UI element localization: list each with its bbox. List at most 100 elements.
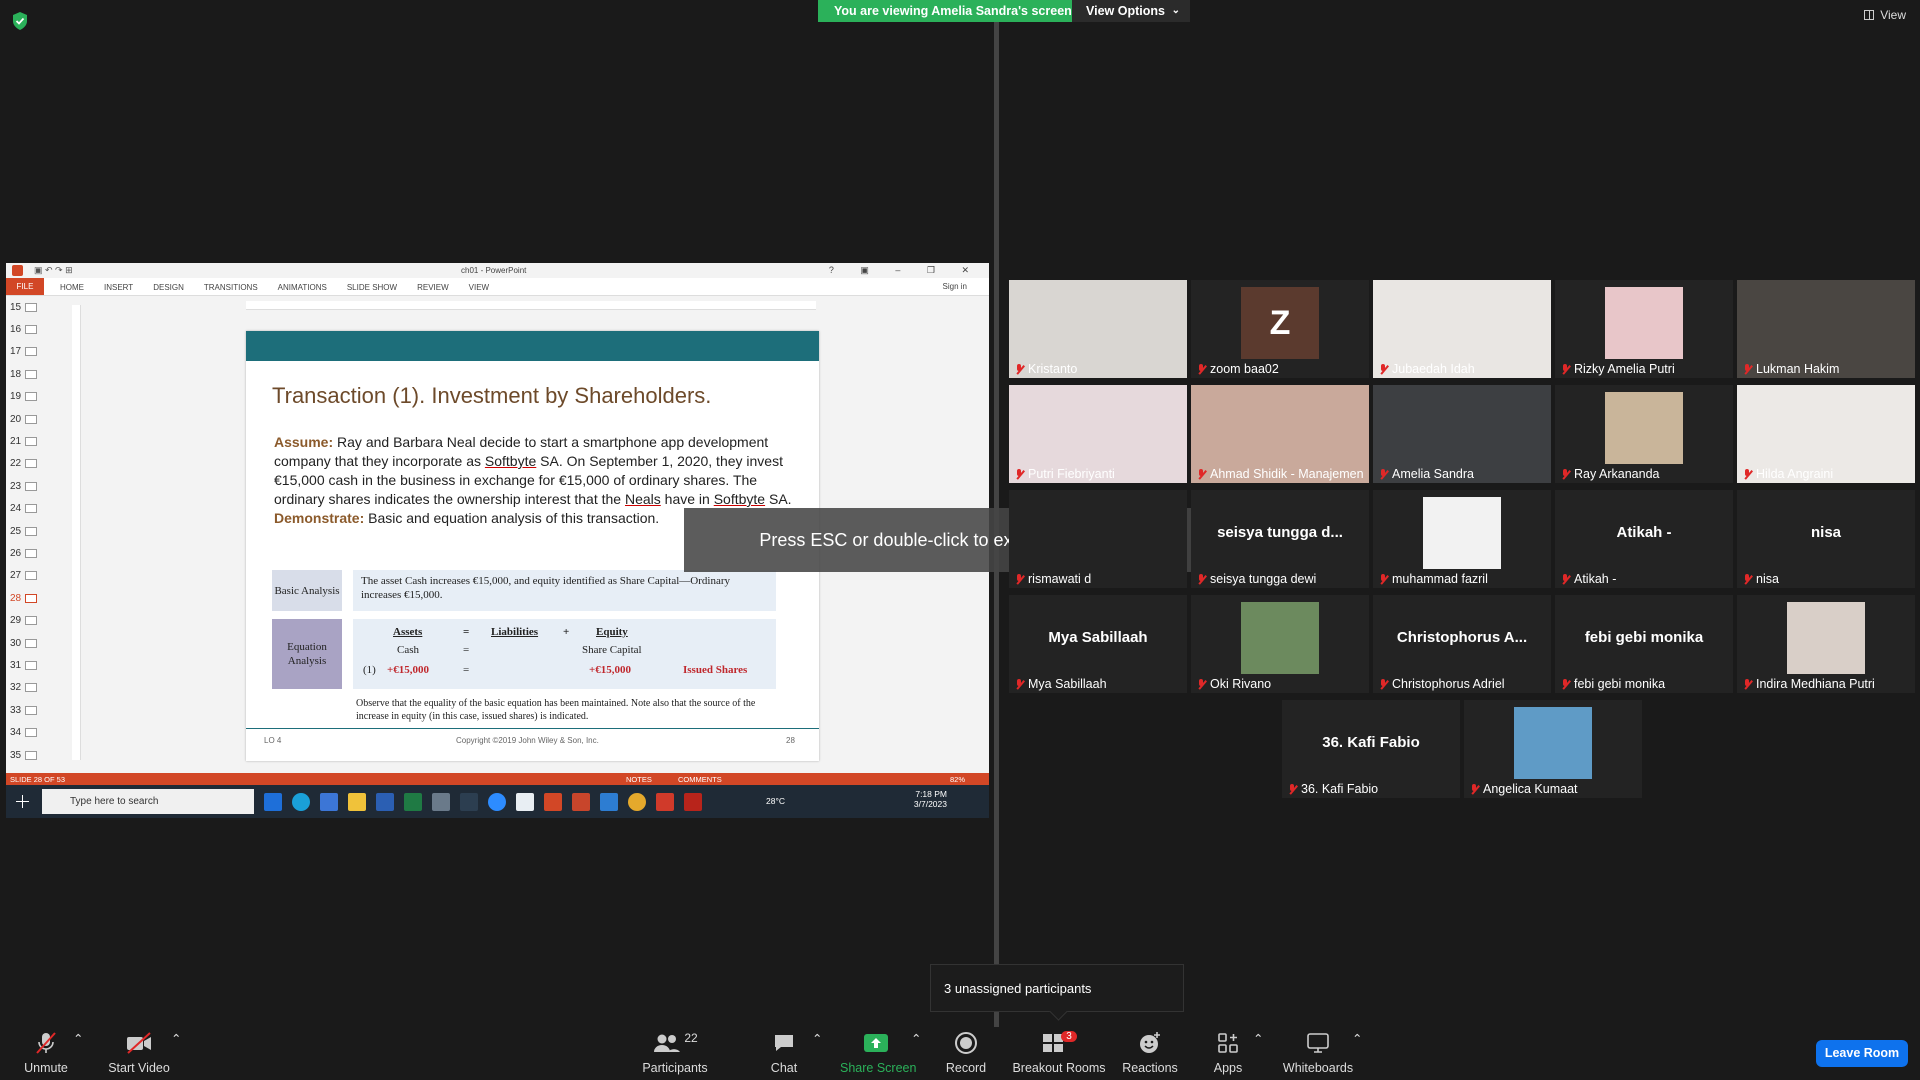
word-app-icon: [376, 793, 394, 811]
view-layout-button[interactable]: View: [1864, 8, 1906, 22]
participant-display-name: nisa: [1810, 524, 1841, 541]
layout-grid-icon: [1864, 10, 1875, 20]
slide-thumbnail: 32: [6, 677, 44, 699]
eq-cash-value: +€15,000: [387, 664, 430, 676]
chat-button[interactable]: Chat: [766, 1031, 802, 1075]
audio-options-caret[interactable]: ⌃: [73, 1031, 83, 1046]
system-tray: 28°C 7:18 PM 3/7/2023: [766, 789, 981, 809]
participant-avatar: [1605, 287, 1683, 359]
breakout-rooms-button[interactable]: 3 Breakout Rooms: [1012, 1030, 1106, 1075]
slide-footer-copyright: Copyright ©2019 John Wiley & Son, Inc.: [456, 736, 599, 745]
ppt-tab-home: HOME: [60, 283, 84, 292]
participants-button[interactable]: 22 Participants: [640, 1031, 710, 1075]
participant-name-text: muhammad fazril: [1392, 572, 1488, 586]
slide-thumbnail: 27: [6, 565, 44, 587]
participant-tile[interactable]: Hilda Angraini: [1737, 385, 1915, 483]
participant-tile[interactable]: febi gebi monika febi gebi monika: [1555, 595, 1733, 693]
view-options-button[interactable]: View Options ⌄: [1072, 0, 1190, 22]
acrobat-app-icon: [684, 793, 702, 811]
leave-room-button[interactable]: Leave Room: [1816, 1040, 1908, 1067]
participant-name: rismawati d: [1015, 572, 1091, 586]
mic-muted-icon: [1743, 678, 1752, 690]
participant-name: Kristanto: [1015, 362, 1077, 376]
slide-thumbnail: 21: [6, 430, 44, 452]
participant-tile[interactable]: Putri Fiebriyanti: [1009, 385, 1187, 483]
participant-name-text: Mya Sabillaah: [1028, 677, 1107, 691]
horizontal-ruler: [246, 301, 816, 310]
participant-tile[interactable]: Ray Arkananda: [1555, 385, 1733, 483]
slide-thumbnail-icon: [25, 638, 38, 648]
demonstrate-text: Basic and equation analysis of this tran…: [364, 510, 660, 526]
participant-tile[interactable]: Atikah - Atikah -: [1555, 490, 1733, 588]
participant-tile[interactable]: Ahmad Shidik - Manajemen: [1191, 385, 1369, 483]
unmute-button[interactable]: Unmute: [18, 1031, 74, 1075]
participant-name-text: Angelica Kumaat: [1483, 782, 1578, 796]
edge-browser-icon: [292, 793, 310, 811]
mic-muted-icon: [1470, 783, 1479, 795]
slide-thumbnail-icon: [25, 481, 38, 491]
weather-temperature: 28°C: [766, 796, 785, 806]
participant-tile[interactable]: rismawati d: [1009, 490, 1187, 588]
participant-tile[interactable]: Amelia Sandra: [1373, 385, 1551, 483]
security-shield-icon[interactable]: [12, 12, 28, 30]
ppt-sign-in: Sign in: [942, 282, 967, 291]
participant-tile[interactable]: seisya tungga d... seisya tungga dewi: [1191, 490, 1369, 588]
app-icon: [516, 793, 534, 811]
participant-tile[interactable]: Indira Medhiana Putri: [1737, 595, 1915, 693]
participant-tile[interactable]: Jubaedah Idah: [1373, 280, 1551, 378]
mic-muted-icon: [1743, 363, 1752, 375]
participant-tile[interactable]: muhammad fazril: [1373, 490, 1551, 588]
participant-name-text: Atikah -: [1574, 572, 1617, 586]
start-video-button[interactable]: Start Video: [104, 1031, 174, 1075]
participant-display-name: Christophorus A...: [1396, 629, 1528, 646]
slide-thumbnail-icon: [25, 750, 38, 760]
chat-label: Chat: [770, 1061, 798, 1075]
slide-thumbnail-icon: [25, 683, 38, 693]
participant-tile[interactable]: Kristanto: [1009, 280, 1187, 378]
participant-tile[interactable]: 36. Kafi Fabio 36. Kafi Fabio: [1282, 700, 1460, 798]
excel-app-icon: [404, 793, 422, 811]
taskbar-app-icons: [264, 793, 702, 811]
slide-header-band: [246, 331, 819, 361]
participant-tile[interactable]: Mya Sabillaah Mya Sabillaah: [1009, 595, 1187, 693]
mic-muted-icon: [1197, 363, 1206, 375]
neals-text: Neals: [624, 491, 661, 507]
slide-footer-rule: [246, 728, 819, 729]
whiteboards-options-caret[interactable]: ⌃: [1352, 1031, 1362, 1046]
participant-tile[interactable]: Angelica Kumaat: [1464, 700, 1642, 798]
participant-tile[interactable]: Oki Rivano: [1191, 595, 1369, 693]
slide-thumbnail-icon: [25, 526, 38, 536]
unassigned-participants-popup[interactable]: 3 unassigned participants: [930, 964, 1184, 1012]
share-screen-label: Share Screen: [840, 1061, 917, 1075]
share-screen-icon: [864, 1034, 888, 1052]
apps-label: Apps: [1213, 1061, 1243, 1075]
chat-options-caret[interactable]: ⌃: [812, 1031, 822, 1046]
apps-icon: [1218, 1033, 1238, 1053]
participant-tile[interactable]: Zzoom baa02: [1191, 280, 1369, 378]
slide-thumbnail: 18: [6, 363, 44, 385]
participant-tile[interactable]: Lukman Hakim: [1737, 280, 1915, 378]
whiteboards-button[interactable]: Whiteboards: [1280, 1031, 1356, 1075]
slide-number: 24: [10, 503, 22, 515]
video-options-caret[interactable]: ⌃: [171, 1031, 181, 1046]
slide-thumbnail-icon: [25, 325, 38, 335]
participant-display-name: 36. Kafi Fabio: [1322, 734, 1420, 751]
participant-name-text: Amelia Sandra: [1392, 467, 1474, 481]
slide-number: 30: [10, 637, 22, 649]
ppt-tab-slide-show: SLIDE SHOW: [346, 283, 398, 292]
mic-muted-icon: [1379, 573, 1388, 585]
powerpoint-app-icon: [544, 793, 562, 811]
participant-name-text: seisya tungga dewi: [1210, 572, 1317, 586]
reactions-button[interactable]: Reactions: [1122, 1031, 1178, 1075]
record-button[interactable]: Record: [944, 1031, 988, 1075]
share-options-caret[interactable]: ⌃: [911, 1031, 921, 1046]
participant-tile[interactable]: nisa nisa: [1737, 490, 1915, 588]
apps-options-caret[interactable]: ⌃: [1253, 1031, 1263, 1046]
participant-tile[interactable]: Christophorus A... Christophorus Adriel: [1373, 595, 1551, 693]
breakout-badge: 3: [1061, 1030, 1077, 1042]
participant-name: febi gebi monika: [1561, 677, 1665, 691]
eq-equals-3: =: [463, 664, 470, 676]
share-screen-button[interactable]: Share Screen: [840, 1031, 917, 1075]
apps-button[interactable]: Apps: [1210, 1031, 1246, 1075]
participant-tile[interactable]: Rizky Amelia Putri: [1555, 280, 1733, 378]
